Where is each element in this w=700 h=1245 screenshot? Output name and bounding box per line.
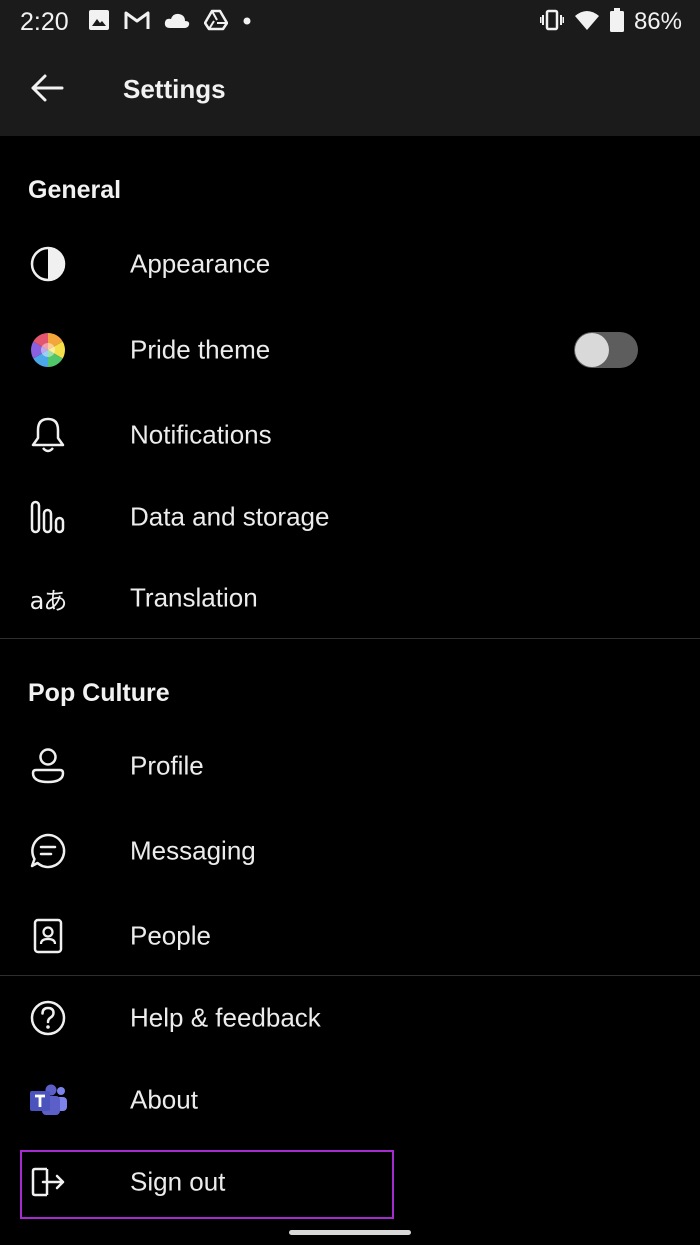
pride-theme-toggle[interactable] [574, 332, 638, 368]
page-title: Settings [123, 74, 226, 104]
settings-item-translation[interactable]: aあ Translation [0, 558, 700, 638]
translation-glyph: aあ [29, 586, 68, 615]
teams-logo-icon [26, 1078, 70, 1122]
notification-icons [88, 9, 252, 35]
divider [0, 638, 700, 639]
contacts-icon [26, 914, 70, 958]
chat-icon [26, 829, 70, 873]
settings-item-appearance[interactable]: Appearance [0, 224, 700, 304]
dot-icon [242, 13, 252, 31]
translation-icon: aあ [26, 576, 70, 620]
app-bar: Settings [0, 45, 700, 136]
settings-item-label: Notifications [130, 419, 272, 450]
section-header-general: General [28, 176, 122, 204]
settings-item-help-feedback[interactable]: Help & feedback [0, 978, 700, 1058]
vibrate-icon [539, 9, 565, 36]
bar-chart-icon [26, 495, 70, 539]
settings-item-label: Messaging [130, 835, 256, 866]
home-indicator[interactable] [289, 1230, 411, 1235]
settings-item-sign-out[interactable]: Sign out [0, 1142, 700, 1222]
settings-item-profile[interactable]: Profile [0, 726, 700, 806]
section-header-pop-culture: Pop Culture [28, 679, 170, 707]
battery-icon [609, 7, 624, 37]
settings-item-label: Appearance [130, 248, 271, 279]
rainbow-circle-icon [26, 328, 70, 372]
half-circle-icon [26, 242, 70, 286]
battery-percentage: 86% [633, 8, 682, 35]
status-bar: 2:20 86% [0, 0, 700, 45]
back-button[interactable] [22, 65, 72, 115]
settings-item-label: Data and storage [130, 501, 330, 532]
help-circle-icon [26, 996, 70, 1040]
bell-icon [26, 413, 70, 457]
person-icon [26, 744, 70, 788]
settings-item-label: Profile [130, 750, 204, 781]
cloud-icon [164, 11, 190, 34]
settings-item-notifications[interactable]: Notifications [0, 395, 700, 475]
settings-item-label: Translation [130, 582, 258, 613]
sign-out-icon [26, 1160, 70, 1204]
settings-item-label: About [130, 1084, 198, 1115]
status-time: 2:20 [20, 8, 69, 36]
settings-item-label: People [130, 920, 211, 951]
settings-item-label: Sign out [130, 1166, 226, 1197]
arrow-left-icon [30, 73, 64, 108]
gmail-icon [124, 10, 150, 35]
wifi-icon [574, 9, 600, 36]
system-icons: 86% [539, 7, 682, 37]
settings-item-about[interactable]: About [0, 1060, 700, 1140]
divider [0, 975, 700, 976]
settings-item-people[interactable]: People [0, 896, 700, 976]
drive-icon [203, 9, 229, 36]
settings-item-label: Help & feedback [130, 1002, 321, 1033]
settings-item-messaging[interactable]: Messaging [0, 811, 700, 891]
settings-item-data-storage[interactable]: Data and storage [0, 477, 700, 557]
image-icon [88, 9, 110, 36]
settings-item-pride-theme[interactable]: Pride theme [0, 310, 700, 390]
settings-item-label: Pride theme [130, 334, 271, 365]
toggle-knob [575, 333, 609, 367]
